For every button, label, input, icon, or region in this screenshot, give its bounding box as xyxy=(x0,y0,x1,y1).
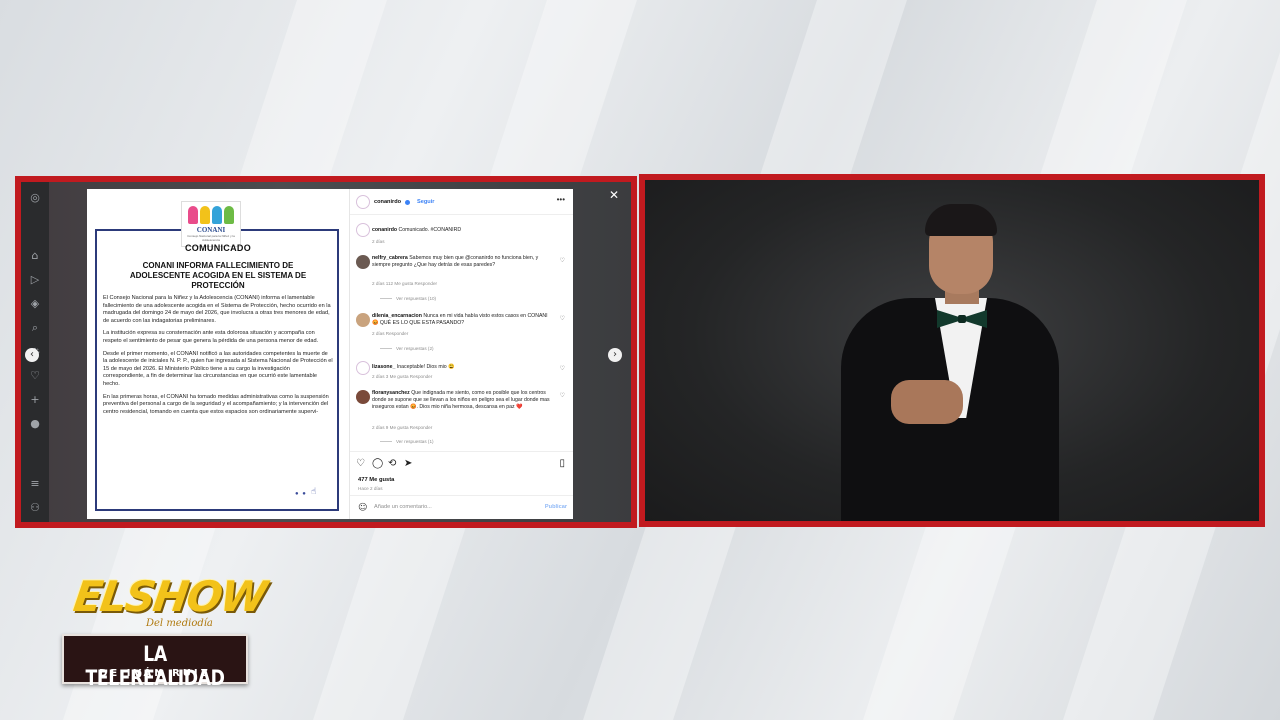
comment-input[interactable]: Añade un comentario... xyxy=(374,504,432,510)
comment-username[interactable]: nelfry_cabrera xyxy=(372,255,408,261)
comment-box: ☺ Añade un comentario... Publicar xyxy=(350,495,573,519)
avatar[interactable] xyxy=(356,390,370,404)
create-icon[interactable]: + xyxy=(29,394,41,406)
repost-icon[interactable]: ⟲ xyxy=(388,458,396,469)
avatar[interactable] xyxy=(356,223,370,237)
like-comment-icon[interactable]: ♡ xyxy=(560,392,565,399)
conani-logo: CONANI Consejo Nacional para la Niñez y … xyxy=(181,201,241,247)
caption-text: Comunicado. #CONANIRD xyxy=(398,227,462,233)
host-photo-panel xyxy=(639,174,1265,527)
next-arrow-icon[interactable]: › xyxy=(608,348,622,362)
instagram-panel: ◎ ⌂ ▷ ◈ ⌕ ◌ ♡ + ● ≡ ⚇ ✕ ‹ › CONANI Conse… xyxy=(15,176,637,528)
profile-icon[interactable]: ● xyxy=(29,418,41,430)
bowtie-icon xyxy=(937,310,987,328)
comment-meta: 2 días Responder xyxy=(372,331,409,336)
show-logo: ELSHOW Del mediodía LA TELEREALIDAD DE I… xyxy=(62,572,268,690)
doc-headline: CONANI INFORMA FALLECIMIENTO DE ADOLESCE… xyxy=(129,261,307,290)
follow-button[interactable]: Seguir xyxy=(417,199,434,205)
avatar[interactable] xyxy=(356,361,370,375)
comment-meta: 2 días 9 Me gusta Responder xyxy=(372,425,433,430)
doc-paragraph: En las primeras horas, el CONANI ha toma… xyxy=(103,393,329,415)
share-icon[interactable]: ➤ xyxy=(404,458,412,469)
view-replies-link[interactable]: Ver respuestas (10) xyxy=(380,296,436,301)
doc-paragraph: El Consejo Nacional para la Niñez y la A… xyxy=(103,295,331,324)
caption: conanirdo Comunicado. #CONANIRD xyxy=(372,227,550,234)
doc-body: El Consejo Nacional para la Niñez y la A… xyxy=(103,295,333,421)
menu-icon[interactable]: ≡ xyxy=(29,478,41,490)
doc-title: COMUNICADO xyxy=(185,243,251,253)
show-subtitle: Del mediodía xyxy=(146,618,213,629)
close-icon[interactable]: ✕ xyxy=(609,188,619,202)
verified-icon xyxy=(405,200,410,205)
heart-icon[interactable]: ♡ xyxy=(29,370,41,382)
like-icon[interactable]: ♡ xyxy=(356,458,365,469)
doc-paragraph: Desde el primer momento, el CONANI notif… xyxy=(103,350,333,387)
comment: lizasone_ Inaceptable! Dios mio 😩 xyxy=(372,364,550,371)
post-image: CONANI Consejo Nacional para la Niñez y … xyxy=(87,189,349,519)
avatar[interactable] xyxy=(356,255,370,269)
more-options-icon[interactable]: ••• xyxy=(557,195,565,204)
avatar[interactable] xyxy=(356,313,370,327)
reels-icon[interactable]: ▷ xyxy=(29,274,41,286)
post-header: conanirdo Seguir ••• xyxy=(350,189,573,215)
show-title: ELSHOW xyxy=(70,572,269,621)
segment-badge: LA TELEREALIDAD DE IVÁN RUIZ xyxy=(62,634,248,690)
post-actions: ♡ ◯ ⟲ ➤ ▯ 477 Me gusta Hace 2 días xyxy=(350,451,573,495)
hand-icon: ☝ xyxy=(311,487,317,497)
caption-time: 2 días xyxy=(372,239,385,244)
like-comment-icon[interactable]: ♡ xyxy=(560,365,565,372)
view-replies-link[interactable]: Ver respuestas (2) xyxy=(380,346,434,351)
instagram-icon[interactable]: ◎ xyxy=(29,192,41,204)
post-comments-panel: conanirdo Seguir ••• conanirdo Comunicad… xyxy=(349,189,573,519)
host-hair xyxy=(925,204,997,236)
host-hands xyxy=(891,380,963,424)
search-icon[interactable]: ⌕ xyxy=(29,322,41,334)
post-time: Hace 2 días xyxy=(358,486,383,491)
comment-icon[interactable]: ◯ xyxy=(372,458,383,469)
logo-name: CONANI xyxy=(196,226,226,234)
segment-subtitle: DE IVÁN RUIZ xyxy=(99,668,211,679)
like-comment-icon[interactable]: ♡ xyxy=(560,257,565,264)
emoji-icon[interactable]: ☺ xyxy=(358,503,367,513)
caption-username[interactable]: conanirdo xyxy=(372,227,397,233)
bookmark-icon[interactable]: ▯ xyxy=(559,458,565,469)
explore-icon[interactable]: ◈ xyxy=(29,298,41,310)
publish-button[interactable]: Publicar xyxy=(545,504,567,510)
post-username[interactable]: conanirdo xyxy=(374,199,401,205)
comment-username[interactable]: dilenia_encarnacion xyxy=(372,313,422,319)
segment-title: LA TELEREALIDAD xyxy=(85,642,225,690)
previous-arrow-icon[interactable]: ‹ xyxy=(25,348,39,362)
home-icon[interactable]: ⌂ xyxy=(29,250,41,262)
logo-subtitle: Consejo Nacional para la Niñez y la Adol… xyxy=(187,234,235,242)
avatar[interactable] xyxy=(356,195,370,209)
comment-meta: 2 días 112 Me gusta Responder xyxy=(372,281,438,286)
comment: dilenia_encarnacion Nunca en mi vida hab… xyxy=(372,313,550,327)
comment-meta: 2 días 3 Me gusta Responder xyxy=(372,374,433,379)
like-comment-icon[interactable]: ♡ xyxy=(560,315,565,322)
comment-username[interactable]: floranysanchez xyxy=(372,390,410,396)
doc-paragraph: La institución expresa su consternación … xyxy=(103,330,319,344)
carousel-dots: ● ● xyxy=(295,491,307,497)
meta-icon[interactable]: ⚇ xyxy=(29,502,41,514)
comment-text: Inaceptable! Dios mio 😩 xyxy=(396,364,455,370)
comment: nelfry_cabrera Sabemos muy bien que @con… xyxy=(372,255,550,269)
view-replies-link[interactable]: Ver respuestas (1) xyxy=(380,439,434,444)
comment-username[interactable]: lizasone_ xyxy=(372,364,395,370)
like-count[interactable]: 477 Me gusta xyxy=(358,477,394,483)
comment: floranysanchez Que indignada me siento, … xyxy=(372,390,550,411)
